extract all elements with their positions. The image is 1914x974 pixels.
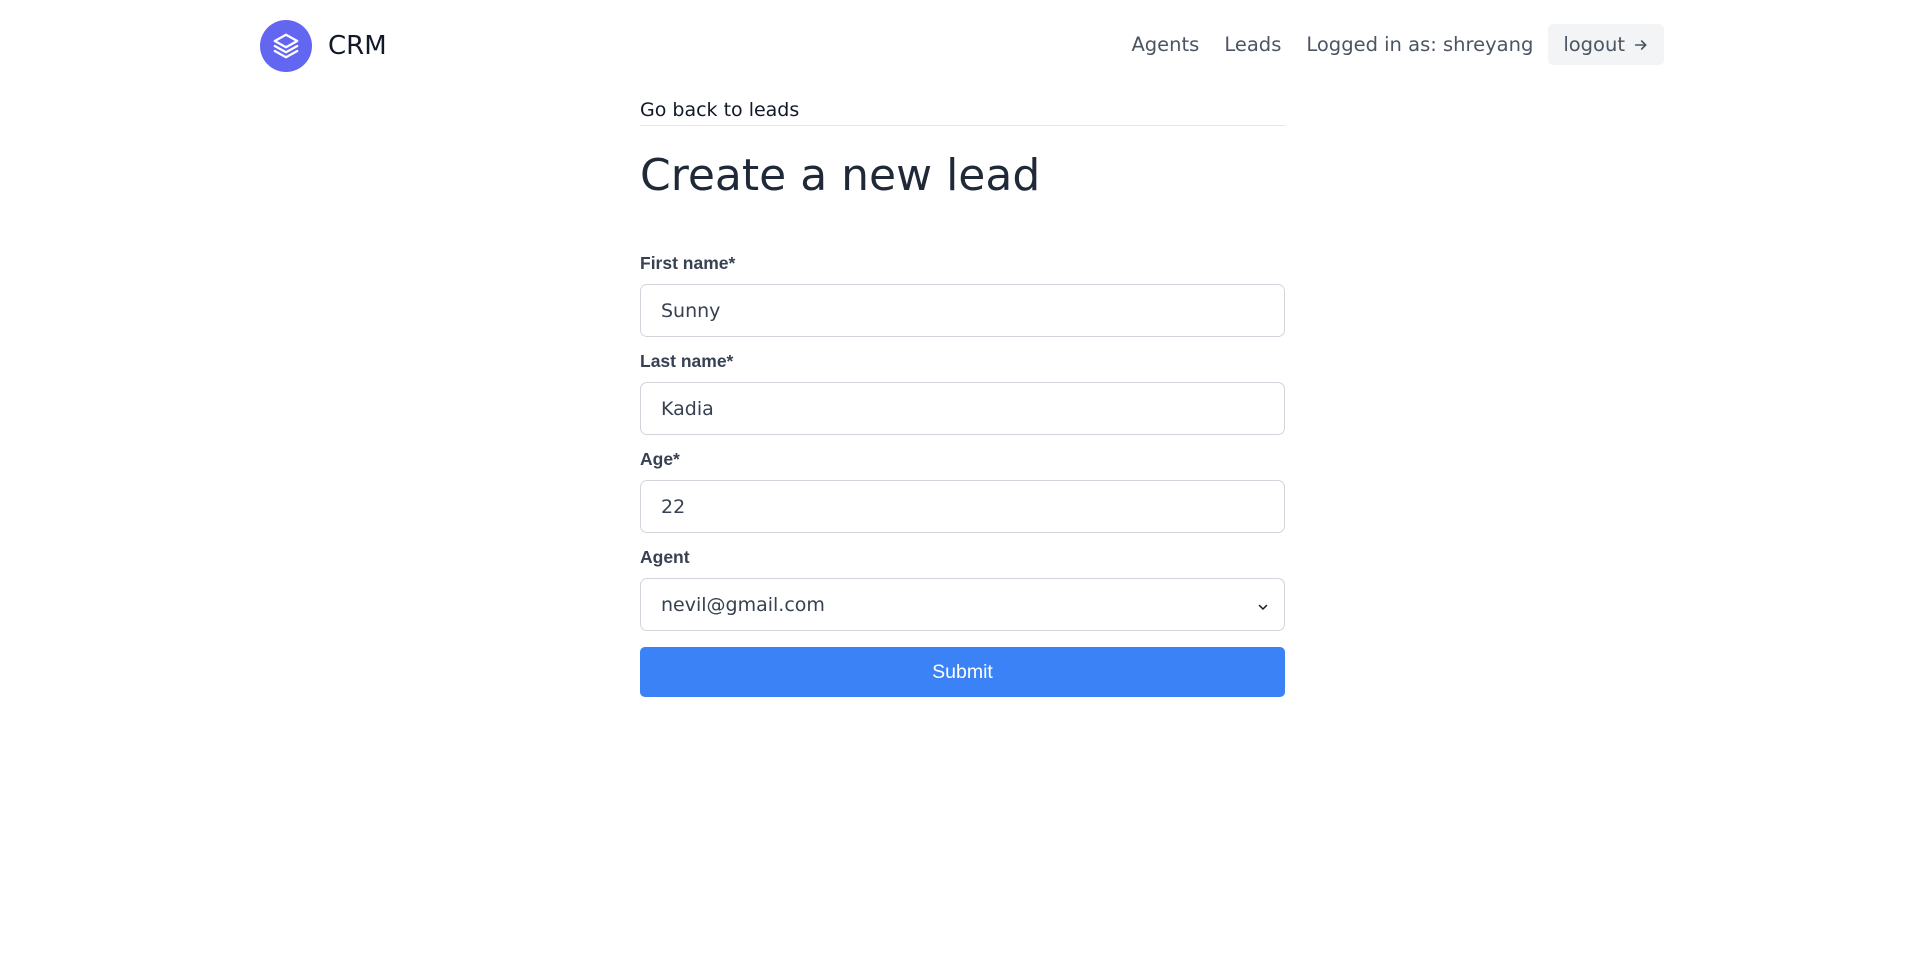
agent-field-group: Agent nevil@gmail.com	[640, 547, 1285, 632]
agent-select-value[interactable]: nevil@gmail.com	[640, 578, 1285, 632]
create-lead-form: First name* Sunny Last name* Kadia Age* …	[640, 253, 1285, 698]
brand-name: CRM	[328, 31, 387, 61]
main-content: Go back to leads Create a new lead First…	[640, 99, 1285, 698]
agent-label: Agent	[640, 547, 690, 568]
nav-leads-link[interactable]: Leads	[1224, 33, 1281, 56]
last-name-field-group: Last name* Kadia	[640, 351, 1285, 436]
first-name-field-group: First name* Sunny	[640, 253, 1285, 338]
age-field-group: Age* 22	[640, 449, 1285, 534]
logged-in-user-text: Logged in as: shreyang	[1306, 33, 1534, 56]
age-input[interactable]: 22	[640, 480, 1285, 534]
agent-select[interactable]: nevil@gmail.com	[640, 578, 1285, 632]
last-name-label: Last name*	[640, 351, 734, 372]
arrow-right-icon	[1633, 37, 1649, 53]
logout-label: logout	[1563, 33, 1625, 56]
divider	[640, 125, 1285, 126]
last-name-input[interactable]: Kadia	[640, 382, 1285, 436]
brand-home-link[interactable]: CRM	[260, 20, 387, 72]
chevron-down-icon	[1257, 598, 1269, 617]
age-label: Age*	[640, 449, 680, 470]
page-title: Create a new lead	[640, 150, 1041, 201]
back-to-leads-link[interactable]: Go back to leads	[640, 99, 1285, 125]
first-name-input[interactable]: Sunny	[640, 284, 1285, 338]
nav-agents-link[interactable]: Agents	[1131, 33, 1199, 56]
stack-layers-icon	[260, 20, 312, 72]
nav-links: Agents Leads Logged in as: shreyang logo…	[1131, 24, 1664, 65]
top-navbar: CRM Agents Leads Logged in as: shreyang …	[0, 0, 1914, 92]
first-name-label: First name*	[640, 253, 736, 274]
logout-button[interactable]: logout	[1548, 24, 1664, 65]
submit-button[interactable]: Submit	[640, 647, 1285, 698]
